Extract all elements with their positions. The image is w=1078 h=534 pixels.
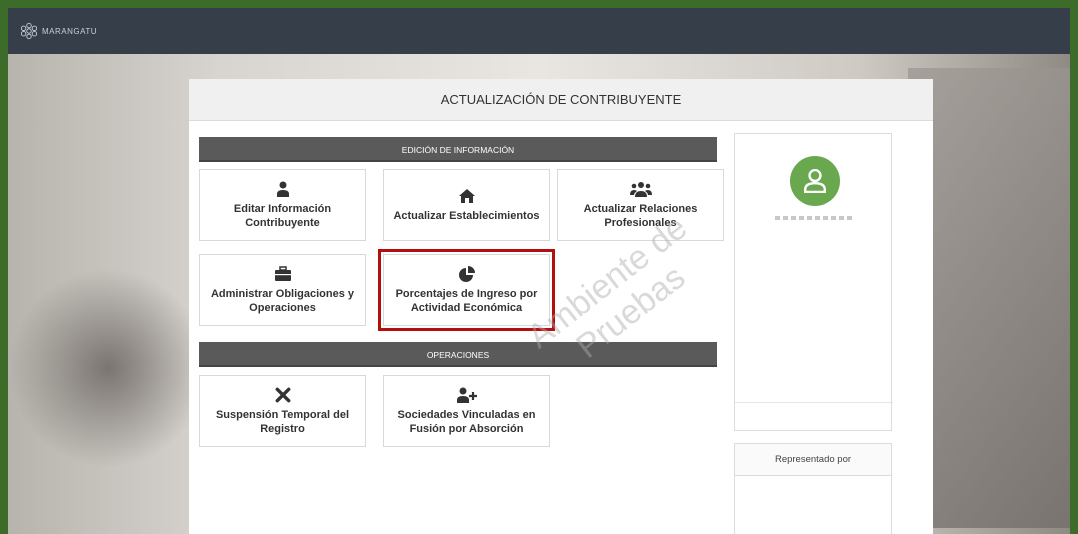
tile-label: Fusión por Absorción [409, 423, 524, 435]
main-panel: ACTUALIZACIÓN DE CONTRIBUYENTE EDICIÓN D… [189, 79, 933, 534]
briefcase-icon [274, 265, 292, 283]
user-icon [276, 180, 290, 198]
top-navbar: MARANGATU [8, 8, 1070, 54]
profile-card-footer [735, 402, 893, 430]
users-icon [629, 180, 652, 198]
panel-title: ACTUALIZACIÓN DE CONTRIBUYENTE [189, 79, 933, 121]
tile-label: Contribuyente [245, 217, 320, 229]
administrar-obligaciones-button[interactable]: Administrar Obligaciones y Operaciones [199, 254, 366, 326]
contributor-profile-card [734, 133, 893, 431]
represented-by-label: Representado por [735, 444, 891, 476]
avatar [790, 156, 840, 206]
tile-label: Porcentajes de Ingreso por [395, 288, 538, 300]
tile-label: Suspensión Temporal del [215, 409, 350, 421]
watermark-line: Pruebas [569, 258, 693, 366]
section-edicion-header: EDICIÓN DE INFORMACIÓN [199, 137, 717, 162]
editar-informacion-button[interactable]: Editar Información Contribuyente [199, 169, 366, 241]
contributor-name-redacted [775, 216, 855, 220]
pie-chart-icon [458, 265, 475, 283]
tile-label: Operaciones [249, 302, 316, 314]
tile-label: Editar Información [233, 203, 332, 215]
tile-label: Actualizar Establecimientos [393, 210, 540, 222]
represented-by-card: Representado por [734, 443, 892, 534]
tile-label: Registro [260, 423, 305, 435]
tile-label: Actualizar Relaciones [583, 203, 698, 215]
close-icon [275, 386, 291, 404]
porcentajes-ingreso-button[interactable]: Porcentajes de Ingreso por Actividad Eco… [378, 249, 555, 331]
tile-label: Profesionales [604, 217, 677, 229]
tile-label: Sociedades Vinculadas en [397, 409, 536, 421]
app-frame: MARANGATU ACTUALIZACIÓN DE CONTRIBUYENTE… [8, 8, 1070, 534]
logo-icon [20, 22, 38, 40]
actualizar-establecimientos-button[interactable]: Actualizar Establecimientos [383, 169, 550, 241]
app-logo[interactable]: MARANGATU [20, 22, 97, 40]
sociedades-vinculadas-button[interactable]: Sociedades Vinculadas en Fusión por Abso… [383, 375, 550, 447]
section-operaciones-header: OPERACIONES [199, 342, 717, 367]
tile-label: Administrar Obligaciones y [210, 288, 355, 300]
logo-text: MARANGATU [42, 26, 98, 36]
actualizar-relaciones-button[interactable]: Actualizar Relaciones Profesionales [557, 169, 724, 241]
tile-label: Actividad Económica [410, 302, 523, 314]
home-icon [458, 187, 476, 205]
user-plus-icon [456, 386, 477, 404]
background-image [8, 268, 208, 468]
suspension-temporal-button[interactable]: Suspensión Temporal del Registro [199, 375, 366, 447]
user-icon [804, 169, 826, 193]
